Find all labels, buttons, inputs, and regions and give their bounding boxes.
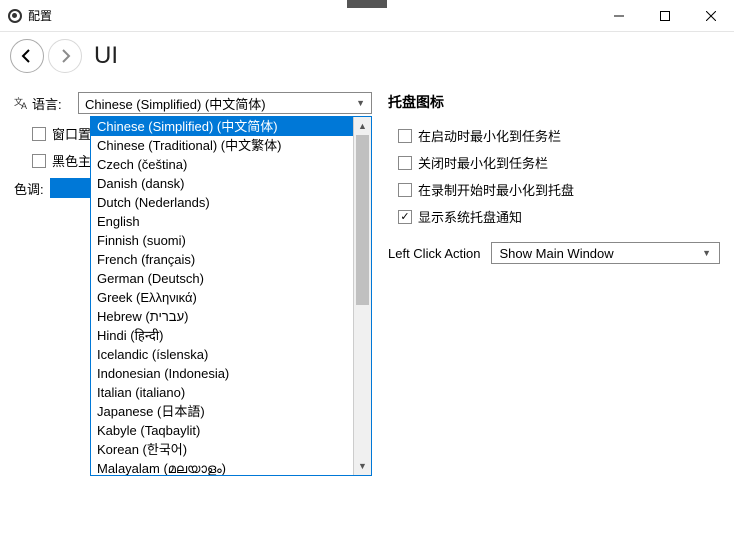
- maximize-button[interactable]: [642, 0, 688, 32]
- minimize-on-record-checkbox[interactable]: [398, 183, 412, 197]
- titlebar: 配置: [0, 0, 734, 32]
- language-select[interactable]: Chinese (Simplified) (中文简体) ▼: [78, 92, 372, 114]
- language-option[interactable]: Malayalam (മലയാളം): [91, 459, 353, 475]
- titlebar-grip: [347, 0, 387, 8]
- language-option[interactable]: Hebrew (עברית): [91, 307, 353, 326]
- tray-notify-label: 显示系统托盘通知: [418, 207, 522, 226]
- language-option[interactable]: Danish (dansk): [91, 174, 353, 193]
- minimize-icon: [614, 11, 624, 21]
- language-selected-value: Chinese (Simplified) (中文简体): [85, 94, 266, 113]
- scroll-thumb[interactable]: [356, 135, 369, 305]
- page-title: UI: [94, 42, 118, 70]
- left-click-action-select[interactable]: Show Main Window ▼: [491, 242, 721, 264]
- arrow-right-icon: [57, 48, 73, 64]
- chevron-down-icon: ▼: [356, 98, 365, 108]
- language-option[interactable]: Kabyle (Taqbaylit): [91, 421, 353, 440]
- svg-text:A: A: [21, 101, 27, 111]
- scroll-down-button[interactable]: ▼: [354, 457, 371, 475]
- close-button[interactable]: [688, 0, 734, 32]
- language-option[interactable]: Hindi (हिन्दी): [91, 326, 353, 345]
- tint-color-swatch[interactable]: [50, 178, 94, 198]
- language-option[interactable]: Czech (čeština): [91, 155, 353, 174]
- language-option[interactable]: Korean (한국어): [91, 440, 353, 459]
- scroll-up-button[interactable]: ▲: [354, 117, 371, 135]
- minimize-button[interactable]: [596, 0, 642, 32]
- topmost-checkbox[interactable]: [32, 127, 46, 141]
- language-option[interactable]: Dutch (Nederlands): [91, 193, 353, 212]
- darktheme-checkbox[interactable]: [32, 154, 46, 168]
- language-option[interactable]: English: [91, 212, 353, 231]
- left-click-action-value: Show Main Window: [500, 246, 614, 261]
- minimize-on-start-label: 在启动时最小化到任务栏: [418, 126, 561, 145]
- language-option[interactable]: French (français): [91, 250, 353, 269]
- minimize-on-record-label: 在录制开始时最小化到托盘: [418, 180, 574, 199]
- translate-icon: 文 A: [14, 95, 30, 111]
- language-option[interactable]: Japanese (日本語): [91, 402, 353, 421]
- language-option[interactable]: Chinese (Traditional) (中文繁体): [91, 136, 353, 155]
- close-icon: [706, 11, 716, 21]
- back-button[interactable]: [10, 39, 44, 73]
- language-option[interactable]: Icelandic (íslenska): [91, 345, 353, 364]
- chevron-down-icon: ▼: [702, 248, 711, 258]
- language-dropdown: Chinese (Simplified) (中文简体)Chinese (Trad…: [90, 116, 372, 476]
- minimize-on-close-label: 关闭时最小化到任务栏: [418, 153, 548, 172]
- language-option[interactable]: Italian (italiano): [91, 383, 353, 402]
- tray-notify-checkbox[interactable]: [398, 210, 412, 224]
- dropdown-scrollbar[interactable]: ▲ ▼: [353, 117, 371, 475]
- minimize-on-start-checkbox[interactable]: [398, 129, 412, 143]
- language-option[interactable]: Indonesian (Indonesia): [91, 364, 353, 383]
- scroll-track[interactable]: [354, 135, 371, 457]
- language-option[interactable]: Greek (Ελληνικά): [91, 288, 353, 307]
- arrow-left-icon: [19, 48, 35, 64]
- app-icon: [8, 9, 22, 23]
- language-option[interactable]: Chinese (Simplified) (中文简体): [91, 117, 353, 136]
- minimize-on-close-checkbox[interactable]: [398, 156, 412, 170]
- language-label: 文 A 语言:: [14, 94, 78, 113]
- language-option[interactable]: Finnish (suomi): [91, 231, 353, 250]
- forward-button[interactable]: [48, 39, 82, 73]
- tint-label: 色调:: [14, 179, 44, 198]
- maximize-icon: [660, 11, 670, 21]
- tray-section-title: 托盘图标: [388, 92, 720, 112]
- language-option[interactable]: German (Deutsch): [91, 269, 353, 288]
- left-click-action-label: Left Click Action: [388, 246, 481, 261]
- window-title: 配置: [28, 7, 52, 24]
- language-dropdown-list: Chinese (Simplified) (中文简体)Chinese (Trad…: [91, 117, 353, 475]
- nav-row: UI: [0, 32, 734, 80]
